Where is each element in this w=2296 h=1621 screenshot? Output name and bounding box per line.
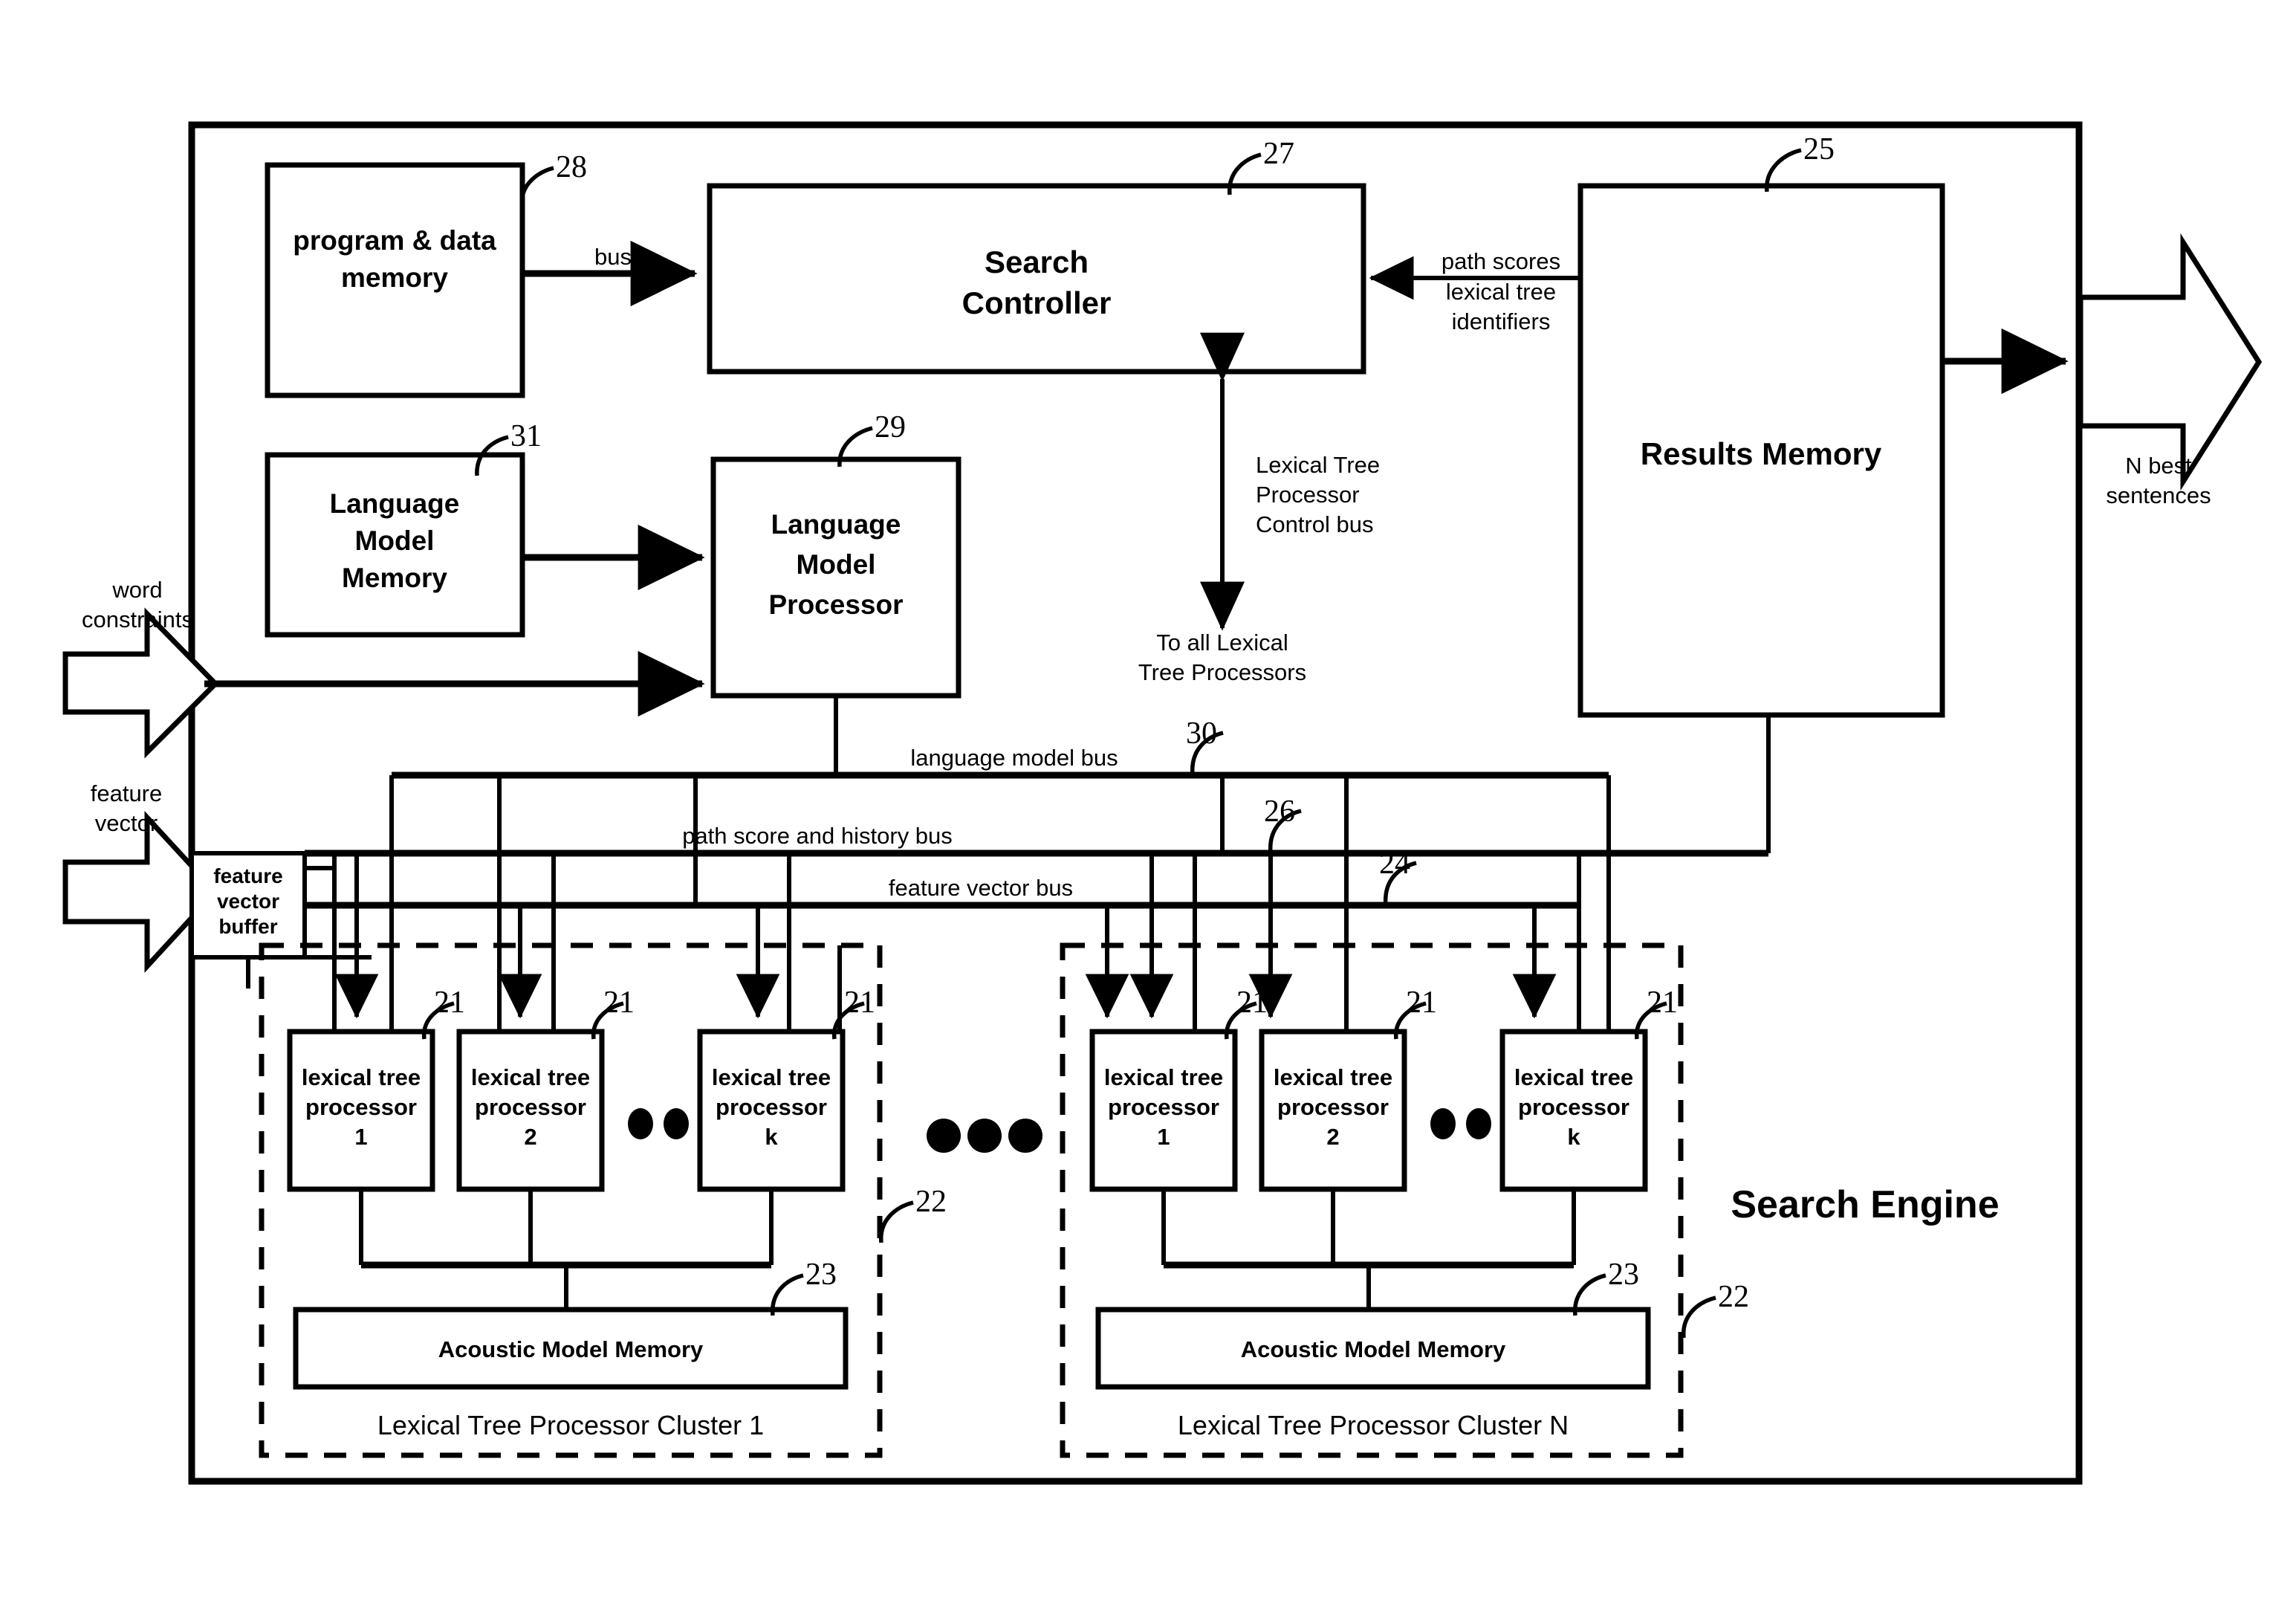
ref-21-c1p1: 21 [434,986,465,1020]
ref-21-c1pk: 21 [844,986,875,1020]
block-language-model-processor[interactable]: Language Model Processor [710,456,961,699]
ltp-cn-p2-line1: lexical tree [1274,1064,1392,1090]
ltp-c1-pk-line2: processor [716,1094,827,1120]
fv-buffer-line3: buffer [218,915,277,938]
ltp-cn-p2[interactable]: lexical tree processor 2 [1259,1029,1407,1192]
ref-23-cn: 23 [1608,1258,1639,1292]
label-control-bus-target-1: To all Lexical [1156,630,1288,656]
ref-27: 27 [1263,137,1294,171]
cluster-1-label: Lexical Tree Processor Cluster 1 [377,1410,764,1440]
acoustic-model-memory-c1[interactable]: Acoustic Model Memory [293,1307,849,1390]
label-control-bus-3: Control bus [1256,511,1374,537]
search-controller-line2: Controller [962,285,1112,320]
label-path-scores-3: identifiers [1452,308,1551,334]
label-path-scores-2: lexical tree [1446,279,1556,305]
block-feature-vector-buffer[interactable]: feature vector buffer [189,851,307,960]
label-word-constraints-2: constraints [82,606,193,632]
ltp-c1-p2-line1: lexical tree [471,1064,590,1090]
ref-30: 30 [1186,716,1217,751]
lm-processor-line3: Processor [769,589,904,620]
ltp-c1-pk-line3: k [765,1124,778,1150]
ref-31: 31 [510,419,542,453]
n-best-sentences-arrow [2078,233,2263,491]
between-clusters-dot-2 [967,1119,1002,1153]
block-program-data-memory[interactable]: program & data memory [265,162,525,398]
ref-21-cnp1: 21 [1236,986,1268,1020]
ltp-c1-p2[interactable]: lexical tree processor 2 [456,1029,605,1192]
label-n-best-2: sentences [2106,482,2211,508]
ref-22-cn: 22 [1718,1280,1749,1314]
ltp-cn-p1-line3: 1 [1157,1124,1170,1150]
label-language-model-bus: language model bus [910,745,1118,771]
label-control-bus-2: Processor [1256,482,1360,508]
amm-cn-label: Acoustic Model Memory [1241,1336,1506,1362]
label-path-score-bus: path score and history bus [682,823,953,849]
ltp-cn-p1[interactable]: lexical tree processor 1 [1089,1029,1238,1192]
lm-processor-line2: Model [797,549,876,580]
ltp-cn-p1-line1: lexical tree [1104,1064,1223,1090]
figure-canvas: program & data memory 28 bus Search Cont… [0,0,2296,1621]
ref-28: 28 [556,150,587,184]
lm-memory-line1: Language [330,488,460,519]
ref-21-cnp2: 21 [1406,986,1437,1020]
ltp-c1-p1-line2: processor [305,1094,417,1120]
label-control-bus-target-2: Tree Processors [1138,659,1306,685]
between-clusters-dot-3 [1008,1119,1042,1153]
ref-23-c1: 23 [805,1258,837,1292]
fv-buffer-line1: feature [213,864,282,887]
ltp-cn-pk-line3: k [1567,1124,1580,1150]
search-controller-line1: Search [985,245,1089,279]
ref-24: 24 [1379,847,1410,881]
ltp-cn-pk[interactable]: lexical tree processor k [1499,1029,1648,1192]
lm-processor-line1: Language [771,509,901,540]
label-word-constraints-1: word [111,577,162,603]
ref-25: 25 [1803,132,1835,166]
lm-memory-line2: Model [355,525,435,556]
lm-memory-line3: Memory [342,563,447,593]
label-path-scores-1: path scores [1442,248,1560,274]
ref-22-c1: 22 [915,1185,947,1219]
search-engine-label: Search Engine [1731,1183,1999,1226]
cluster-n-label: Lexical Tree Processor Cluster N [1178,1410,1569,1440]
ellipsis-dot-cn-2 [1466,1108,1491,1139]
ref-26: 26 [1264,795,1295,829]
label-control-bus-1: Lexical Tree [1256,452,1380,478]
label-program-bus: bus [594,244,632,270]
ltp-cn-p1-line2: processor [1108,1094,1219,1120]
ltp-c1-p1-line1: lexical tree [302,1064,421,1090]
ltp-c1-p2-line3: 2 [524,1124,536,1150]
ltp-c1-pk-line1: lexical tree [712,1064,831,1090]
ltp-c1-p1[interactable]: lexical tree processor 1 [287,1029,435,1192]
ellipsis-dot-cn-1 [1430,1108,1456,1139]
between-clusters-dot-1 [927,1119,961,1153]
block-language-model-memory[interactable]: Language Model Memory [265,452,525,638]
results-memory-label: Results Memory [1641,436,1882,471]
amm-c1-label: Acoustic Model Memory [438,1336,704,1362]
ref-21-cnpk: 21 [1647,986,1678,1020]
ltp-cn-p2-line3: 2 [1326,1124,1339,1150]
ltp-c1-pk[interactable]: lexical tree processor k [697,1029,846,1192]
block-search-controller[interactable]: Search Controller [707,183,1366,375]
ltp-c1-p1-line3: 1 [354,1124,367,1150]
block-diagram: program & data memory 28 bus Search Cont… [62,121,2263,1485]
fv-buffer-line2: vector [217,890,279,913]
label-feature-vector-1: feature [91,780,163,806]
label-n-best-1: N best [2125,453,2192,479]
ltp-cn-pk-line2: processor [1518,1094,1629,1120]
ellipsis-dot-c1-1 [628,1108,653,1139]
ellipsis-dot-c1-2 [664,1108,689,1139]
acoustic-model-memory-cn[interactable]: Acoustic Model Memory [1095,1307,1651,1390]
program-data-memory-line2: memory [341,262,448,293]
label-feature-vector-2: vector [95,810,158,836]
label-feature-vector-bus: feature vector bus [889,875,1073,901]
ref-29: 29 [875,410,906,444]
program-data-memory-line1: program & data [293,225,496,256]
ref-21-c1p2: 21 [603,986,635,1020]
block-results-memory[interactable]: Results Memory [1577,183,1945,718]
ltp-cn-p2-line2: processor [1277,1094,1389,1120]
ltp-c1-p2-line2: processor [475,1094,586,1120]
ltp-cn-pk-line1: lexical tree [1514,1064,1633,1090]
